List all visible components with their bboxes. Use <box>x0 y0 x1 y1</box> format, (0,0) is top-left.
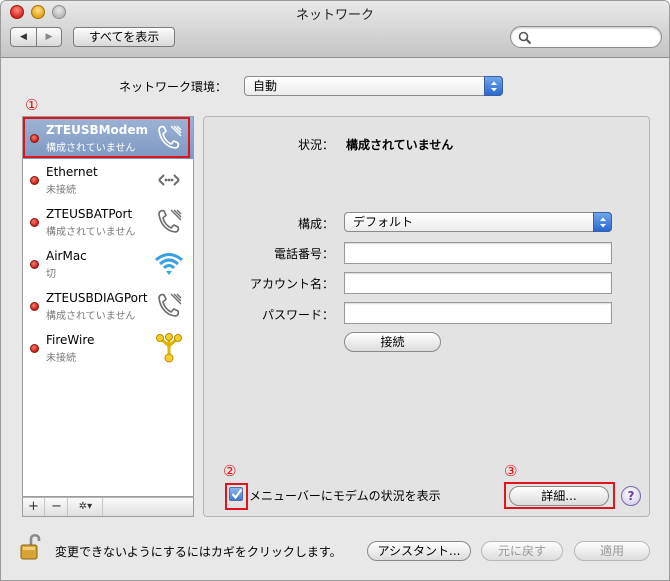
service-item-zteusbatport[interactable]: ZTEUSBATPort 構成されていません <box>23 201 193 243</box>
apply-button[interactable]: 適用 <box>574 541 650 561</box>
window-title: ネットワーク <box>295 8 374 23</box>
service-name: Ethernet <box>46 165 98 179</box>
service-item-ethernet[interactable]: Ethernet 未接続 <box>23 159 193 201</box>
service-status: 未接続 <box>46 353 76 364</box>
forward-arrow-icon: ▶ <box>45 32 53 42</box>
phone-number-label: 電話番号： <box>273 247 334 261</box>
service-list: ZTEUSBModem 構成されていません Ethernet 未接続 ZTEUS… <box>22 116 194 497</box>
service-item-zteusbdiagport[interactable]: ZTEUSBDIAGPort 構成されていません <box>23 285 193 327</box>
configuration-value: デフォルト <box>353 215 414 229</box>
connect-button[interactable]: 接続 <box>344 332 441 352</box>
lock-instruction-text: 変更できないようにするにはカギをクリックします。 <box>55 545 342 559</box>
account-name-label: アカウント名： <box>249 277 334 291</box>
status-value: 構成されていません <box>346 138 454 152</box>
password-field[interactable] <box>344 302 612 324</box>
service-status: 構成されていません <box>46 227 136 238</box>
service-name: ZTEUSBDIAGPort <box>46 291 148 305</box>
show-modem-status-label: メニューバーにモデムの状況を表示 <box>249 489 441 503</box>
search-field[interactable] <box>510 26 662 48</box>
service-item-airmac[interactable]: AirMac 切 <box>23 243 193 285</box>
service-status: 切 <box>46 269 56 280</box>
status-dot-icon <box>30 260 39 269</box>
back-arrow-icon: ◀ <box>20 32 27 42</box>
phone-number-field[interactable] <box>344 242 612 264</box>
location-label: ネットワーク環境： <box>119 80 228 94</box>
service-name: AirMac <box>46 249 87 263</box>
service-status: 構成されていません <box>46 311 136 322</box>
firewire-icon <box>156 333 182 363</box>
status-label: 状況： <box>297 138 334 152</box>
network-preferences-window: ネットワーク ◀ ▶ すべてを表示 ネットワーク環境： 自動 ZTEUSBMod… <box>0 0 670 581</box>
help-button[interactable]: ? <box>621 486 641 506</box>
account-name-field[interactable] <box>344 272 612 294</box>
back-button[interactable]: ◀ <box>11 28 36 46</box>
phone-modem-icon <box>158 293 182 317</box>
back-forward-control: ◀ ▶ <box>10 27 62 47</box>
add-service-button[interactable]: + <box>23 498 45 516</box>
location-popup[interactable]: 自動 <box>244 76 503 96</box>
highlight-box-1 <box>23 117 190 158</box>
configuration-label: 構成： <box>297 217 334 231</box>
remove-service-button[interactable]: − <box>46 498 68 516</box>
popup-arrows-icon <box>593 212 612 232</box>
service-name: FireWire <box>46 333 95 347</box>
callout-3: ③ <box>504 462 518 480</box>
wifi-icon <box>155 253 183 275</box>
ethernet-icon <box>158 174 180 186</box>
location-value: 自動 <box>253 79 278 93</box>
status-dot-icon <box>30 176 39 185</box>
popup-arrows-icon <box>484 76 503 96</box>
configuration-popup[interactable]: デフォルト <box>344 212 612 232</box>
service-name: ZTEUSBATPort <box>46 207 133 221</box>
highlight-box-2 <box>225 483 248 510</box>
assistant-button[interactable]: アシスタント... <box>367 541 471 561</box>
action-menu-button[interactable]: ✲▾ <box>69 498 103 516</box>
lock-icon[interactable] <box>19 532 45 562</box>
password-label: パスワード： <box>261 308 334 322</box>
callout-1: ① <box>25 96 39 114</box>
status-dot-icon <box>30 302 39 311</box>
search-icon <box>518 31 532 45</box>
forward-button[interactable]: ▶ <box>35 28 61 46</box>
service-status: 未接続 <box>46 185 76 196</box>
phone-modem-icon <box>158 209 182 233</box>
status-dot-icon <box>30 218 39 227</box>
service-item-firewire[interactable]: FireWire 未接続 <box>23 327 193 369</box>
status-dot-icon <box>30 344 39 353</box>
revert-button[interactable]: 元に戻す <box>481 541 563 561</box>
show-all-button[interactable]: すべてを表示 <box>73 27 175 47</box>
highlight-box-3 <box>504 482 615 509</box>
callout-2: ② <box>223 462 237 480</box>
title-bar: ネットワーク ◀ ▶ すべてを表示 <box>1 1 669 58</box>
service-list-toolbar: + − ✲▾ <box>22 497 194 517</box>
